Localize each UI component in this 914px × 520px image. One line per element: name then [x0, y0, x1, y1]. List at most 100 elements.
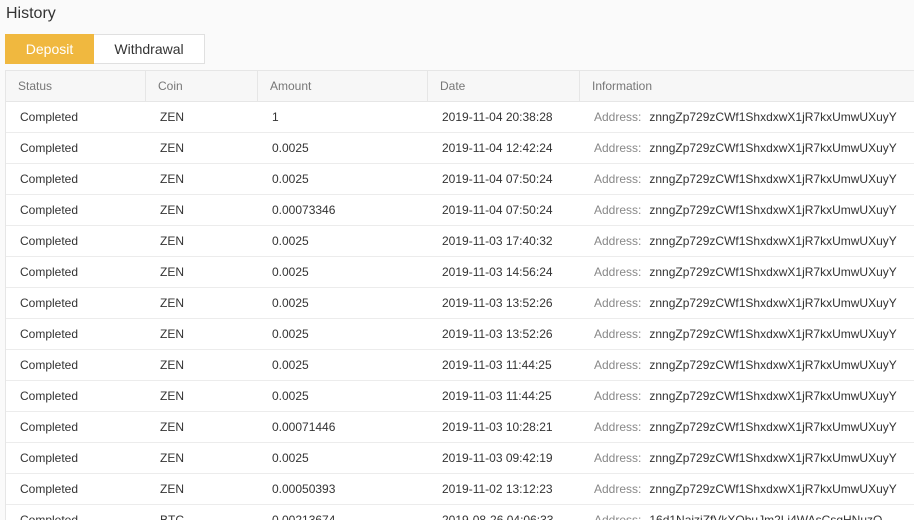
address-value: znngZp729zCWf1ShxdxwX1jR7kxUmwUXuyY	[649, 482, 897, 496]
column-header-date: Date	[428, 70, 580, 102]
coin-cell: ZEN	[160, 234, 184, 248]
address-value: znngZp729zCWf1ShxdxwX1jR7kxUmwUXuyY	[649, 296, 897, 310]
status-cell: Completed	[20, 513, 79, 520]
address-label: Address:	[594, 265, 642, 279]
history-table: Status Coin Amount Date Information Comp…	[5, 70, 914, 520]
table-row: Completed ZEN 0.0025 2019-11-03 13:52:26 Add…	[6, 288, 914, 319]
history-page: History Deposit Withdrawal Status Coin A…	[0, 0, 914, 520]
address-label: Address:	[594, 358, 642, 372]
table-row: Completed ZEN 0.0025 2019-11-03 11:44:25 Add…	[6, 350, 914, 381]
address-value: znngZp729zCWf1ShxdxwX1jR7kxUmwUXuyY	[649, 234, 897, 248]
table-header-row: Status Coin Amount Date Information	[6, 70, 914, 102]
date-cell: 2019-11-03 17:40:32	[442, 234, 553, 248]
amount-cell: 0.0025	[272, 327, 309, 341]
coin-cell: ZEN	[160, 420, 184, 434]
table-row: Completed ZEN 0.0025 2019-11-03 11:44:25 Add…	[6, 381, 914, 412]
information-cell: Address: znngZp729zCWf1ShxdxwX1jR7kxUmwUX…	[580, 296, 914, 310]
address-label: Address:	[594, 451, 642, 465]
address-value: znngZp729zCWf1ShxdxwX1jR7kxUmwUXuyY	[649, 172, 897, 186]
address-value: znngZp729zCWf1ShxdxwX1jR7kxUmwUXuyY	[649, 420, 897, 434]
address-value: znngZp729zCWf1ShxdxwX1jR7kxUmwUXuyY	[649, 389, 897, 403]
status-cell: Completed	[20, 420, 79, 434]
table-row: Completed ZEN 0.0025 2019-11-04 07:50:24 Add…	[6, 164, 914, 195]
address-label: Address:	[594, 420, 642, 434]
table-row: Completed ZEN 0.0025 2019-11-04 12:42:24 Add…	[6, 133, 914, 164]
address-label: Address:	[594, 141, 642, 155]
coin-cell: ZEN	[160, 358, 184, 372]
address-value: znngZp729zCWf1ShxdxwX1jR7kxUmwUXuyY	[649, 110, 897, 124]
coin-cell: ZEN	[160, 482, 184, 496]
amount-cell: 0.0025	[272, 389, 309, 403]
page-title: History	[6, 5, 56, 22]
status-cell: Completed	[20, 358, 79, 372]
amount-cell: 1	[272, 110, 279, 124]
table-row: Completed ZEN 0.0025 2019-11-03 13:52:26 Add…	[6, 319, 914, 350]
coin-cell: BTC	[160, 513, 184, 520]
coin-cell: ZEN	[160, 203, 184, 217]
address-value: znngZp729zCWf1ShxdxwX1jR7kxUmwUXuyY	[649, 327, 897, 341]
status-cell: Completed	[20, 389, 79, 403]
date-cell: 2019-11-04 12:42:24	[442, 141, 553, 155]
table-row: Completed ZEN 0.00073346 2019-11-04 07:50:2…	[6, 195, 914, 226]
address-value: 16d1NaiziZfVkXQbuJm2Li4WAsCsqHNuzQ	[649, 513, 883, 520]
amount-cell: 0.0025	[272, 358, 309, 372]
date-cell: 2019-11-03 14:56:24	[442, 265, 553, 279]
address-value: znngZp729zCWf1ShxdxwX1jR7kxUmwUXuyY	[649, 203, 897, 217]
information-cell: Address: znngZp729zCWf1ShxdxwX1jR7kxUmwUX…	[580, 389, 914, 403]
date-cell: 2019-11-03 11:44:25	[442, 358, 552, 372]
date-cell: 2019-11-04 07:50:24	[442, 172, 553, 186]
address-label: Address:	[594, 110, 642, 124]
information-cell: Address: znngZp729zCWf1ShxdxwX1jR7kxUmwUX…	[580, 234, 914, 248]
table-row: Completed BTC 0.00213674 2019-08-26 04:06:3…	[6, 505, 914, 520]
coin-cell: ZEN	[160, 172, 184, 186]
coin-cell: ZEN	[160, 110, 184, 124]
address-label: Address:	[594, 327, 642, 341]
address-value: znngZp729zCWf1ShxdxwX1jR7kxUmwUXuyY	[649, 358, 897, 372]
information-cell: Address: znngZp729zCWf1ShxdxwX1jR7kxUmwUX…	[580, 482, 914, 496]
coin-cell: ZEN	[160, 141, 184, 155]
table-row: Completed ZEN 0.00050393 2019-11-02 13:12:2…	[6, 474, 914, 505]
date-cell: 2019-11-03 13:52:26	[442, 296, 553, 310]
coin-cell: ZEN	[160, 296, 184, 310]
status-cell: Completed	[20, 172, 79, 186]
coin-cell: ZEN	[160, 389, 184, 403]
information-cell: Address: 16d1NaiziZfVkXQbuJm2Li4WAsCsqHNu…	[580, 513, 914, 520]
date-cell: 2019-11-03 10:28:21	[442, 420, 553, 434]
amount-cell: 0.00071446	[272, 420, 336, 434]
column-header-status: Status	[6, 70, 146, 102]
tab-deposit[interactable]: Deposit	[5, 34, 94, 64]
date-cell: 2019-11-03 11:44:25	[442, 389, 552, 403]
status-cell: Completed	[20, 482, 79, 496]
date-cell: 2019-11-02 13:12:23	[442, 482, 553, 496]
table-row: Completed ZEN 0.00071446 2019-11-03 10:28:2…	[6, 412, 914, 443]
information-cell: Address: znngZp729zCWf1ShxdxwX1jR7kxUmwUX…	[580, 327, 914, 341]
amount-cell: 0.0025	[272, 451, 309, 465]
coin-cell: ZEN	[160, 451, 184, 465]
address-label: Address:	[594, 203, 642, 217]
date-cell: 2019-08-26 04:06:33	[442, 513, 554, 520]
information-cell: Address: znngZp729zCWf1ShxdxwX1jR7kxUmwUX…	[580, 420, 914, 434]
amount-cell: 0.0025	[272, 265, 309, 279]
status-cell: Completed	[20, 265, 79, 279]
table-row: Completed ZEN 0.0025 2019-11-03 17:40:32 Add…	[6, 226, 914, 257]
address-value: znngZp729zCWf1ShxdxwX1jR7kxUmwUXuyY	[649, 451, 897, 465]
information-cell: Address: znngZp729zCWf1ShxdxwX1jR7kxUmwUX…	[580, 110, 914, 124]
status-cell: Completed	[20, 234, 79, 248]
information-cell: Address: znngZp729zCWf1ShxdxwX1jR7kxUmwUX…	[580, 172, 914, 186]
address-label: Address:	[594, 482, 642, 496]
status-cell: Completed	[20, 451, 79, 465]
tab-withdrawal[interactable]: Withdrawal	[94, 34, 205, 64]
address-label: Address:	[594, 389, 642, 403]
information-cell: Address: znngZp729zCWf1ShxdxwX1jR7kxUmwUX…	[580, 358, 914, 372]
amount-cell: 0.0025	[272, 296, 309, 310]
information-cell: Address: znngZp729zCWf1ShxdxwX1jR7kxUmwUX…	[580, 203, 914, 217]
date-cell: 2019-11-04 07:50:24	[442, 203, 553, 217]
address-label: Address:	[594, 513, 642, 520]
status-cell: Completed	[20, 203, 79, 217]
amount-cell: 0.00050393	[272, 482, 336, 496]
amount-cell: 0.0025	[272, 234, 309, 248]
amount-cell: 0.0025	[272, 141, 309, 155]
status-cell: Completed	[20, 327, 79, 341]
amount-cell: 0.0025	[272, 172, 309, 186]
status-cell: Completed	[20, 110, 79, 124]
